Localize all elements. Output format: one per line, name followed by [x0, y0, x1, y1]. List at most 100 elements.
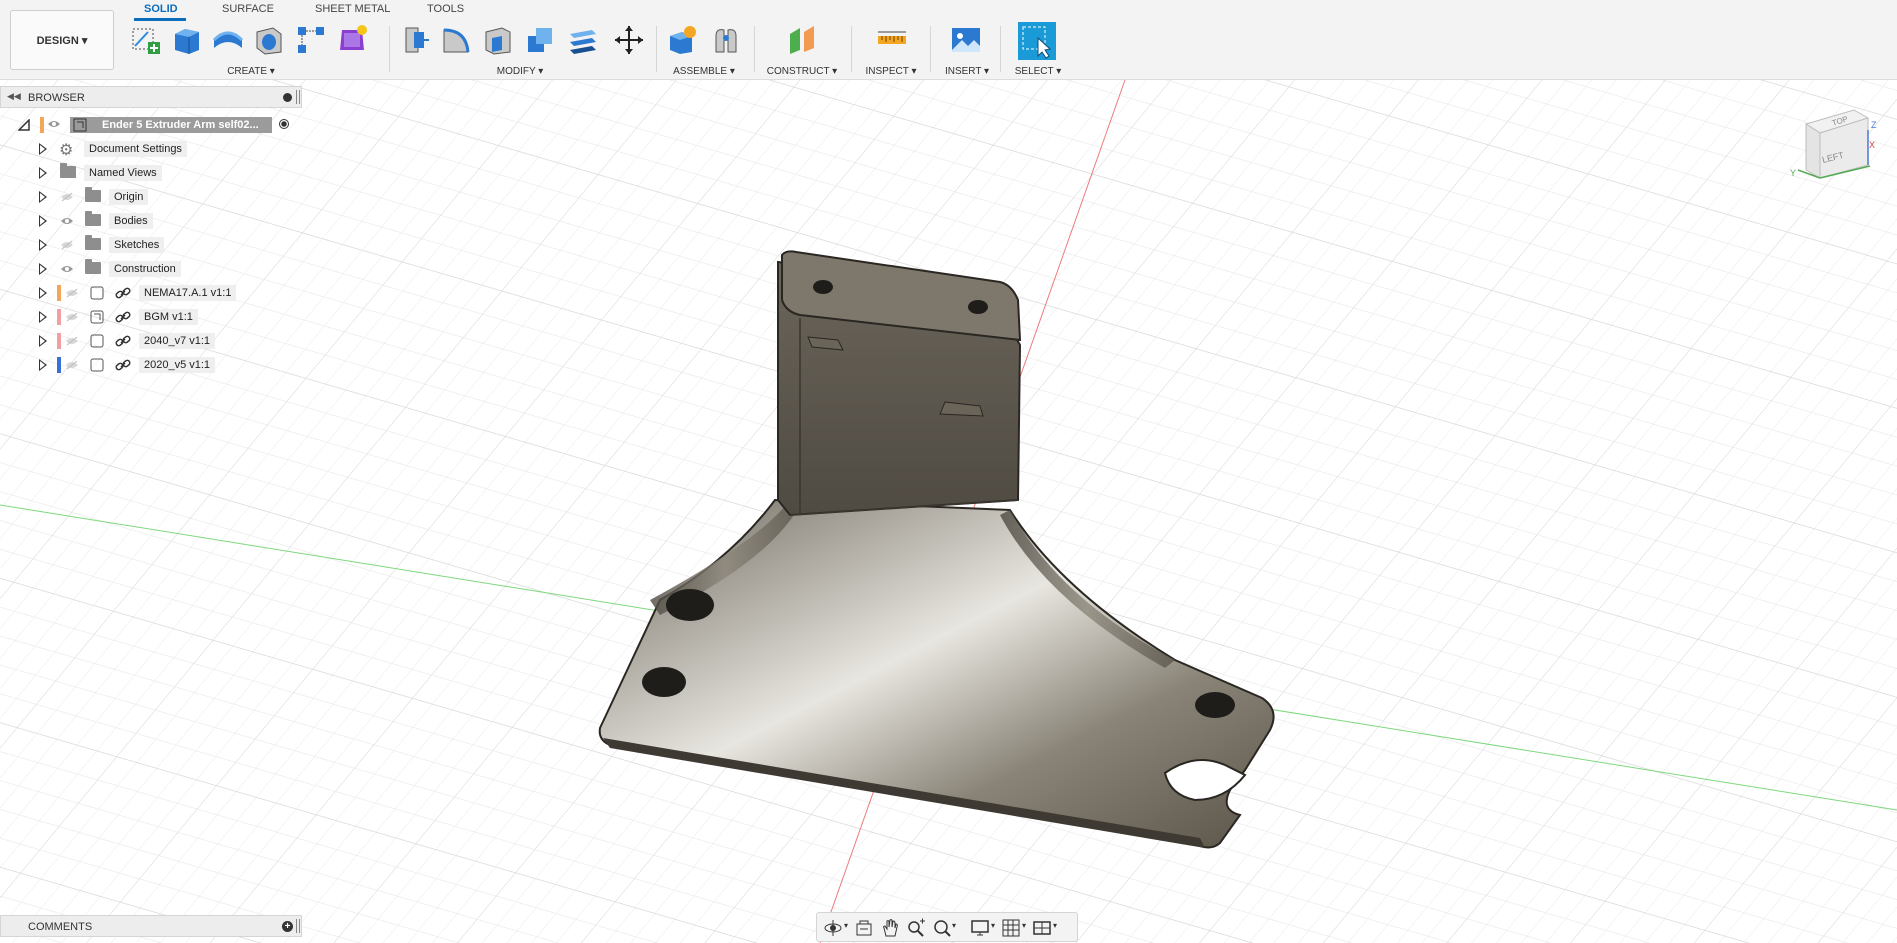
- browser-item-label: Sketches: [109, 237, 165, 253]
- toolbar: DESIGN ▾ SOLID SURFACE SHEET METAL TOOLS…: [0, 0, 1897, 80]
- panel-resize-handle[interactable]: [296, 90, 300, 104]
- viewports-dropdown-icon[interactable]: ▾: [1053, 921, 1057, 930]
- browser-item-label: Origin: [109, 189, 149, 205]
- revolve-icon[interactable]: [212, 24, 244, 56]
- browser-item-document-settings[interactable]: ⚙ Document Settings: [0, 138, 302, 160]
- browser-item-nema17[interactable]: NEMA17.A.1 v1:1: [0, 282, 302, 304]
- tab-sheet-metal[interactable]: SHEET METAL: [315, 3, 390, 15]
- fillet-icon[interactable]: [440, 24, 472, 56]
- expand-triangle-icon[interactable]: [39, 311, 47, 323]
- link-icon: [115, 287, 131, 299]
- hidden-eye-icon[interactable]: [65, 360, 79, 370]
- workspace-switcher-button[interactable]: DESIGN ▾: [10, 10, 114, 70]
- grid-snaps-dropdown-icon[interactable]: ▾: [1022, 921, 1026, 930]
- visibility-eye-icon[interactable]: [60, 264, 74, 274]
- select-icon[interactable]: [1018, 22, 1056, 60]
- folder-icon: [85, 259, 101, 274]
- component-color-stripe: [57, 357, 61, 373]
- construct-menu[interactable]: CONSTRUCT ▾: [767, 66, 837, 77]
- component-icon: [73, 118, 87, 132]
- workspace-label: DESIGN ▾: [36, 34, 88, 47]
- grid-snaps-icon[interactable]: [1001, 918, 1021, 938]
- display-settings-icon[interactable]: [970, 918, 990, 938]
- hidden-eye-icon[interactable]: [60, 240, 74, 250]
- hidden-eye-icon[interactable]: [65, 336, 79, 346]
- tab-solid[interactable]: SOLID: [144, 3, 178, 15]
- create-menu[interactable]: CREATE ▾: [227, 66, 275, 77]
- expand-triangle-icon[interactable]: [39, 263, 47, 275]
- display-settings-dropdown-icon[interactable]: ▾: [991, 921, 995, 930]
- extrude-icon[interactable]: [171, 24, 203, 56]
- shell-icon[interactable]: [482, 24, 514, 56]
- expand-root-icon[interactable]: [18, 119, 30, 131]
- browser-root-row[interactable]: Ender 5 Extruder Arm self02...: [0, 114, 302, 136]
- joint-icon[interactable]: [710, 24, 742, 56]
- expand-triangle-icon[interactable]: [39, 359, 47, 371]
- expand-triangle-icon[interactable]: [39, 191, 47, 203]
- expand-triangle-icon[interactable]: [39, 167, 47, 179]
- look-at-icon[interactable]: [854, 918, 874, 938]
- inspect-menu[interactable]: INSPECT ▾: [866, 66, 917, 77]
- create-sketch-icon[interactable]: [130, 24, 162, 56]
- expand-triangle-icon[interactable]: [39, 287, 47, 299]
- insert-menu[interactable]: INSERT ▾: [945, 66, 989, 77]
- browser-panel-header[interactable]: ◀◀ BROWSER: [0, 86, 302, 108]
- panel-minimize-icon[interactable]: [283, 93, 292, 102]
- visibility-eye-icon[interactable]: [60, 216, 74, 226]
- browser-item-origin[interactable]: Origin: [0, 186, 302, 208]
- collapse-panel-icon[interactable]: ◀◀: [7, 91, 21, 102]
- assemble-menu[interactable]: ASSEMBLE ▾: [673, 66, 735, 77]
- expand-triangle-icon[interactable]: [39, 143, 47, 155]
- browser-item-sketches[interactable]: Sketches: [0, 234, 302, 256]
- pan-hand-icon[interactable]: [880, 918, 900, 938]
- modify-menu[interactable]: MODIFY ▾: [497, 66, 544, 77]
- browser-item-construction[interactable]: Construction: [0, 258, 302, 280]
- offset-face-icon[interactable]: [566, 24, 598, 56]
- panel-resize-handle[interactable]: [296, 919, 300, 933]
- insert-image-icon[interactable]: [950, 24, 982, 56]
- browser-item-bodies[interactable]: Bodies: [0, 210, 302, 232]
- move-copy-icon[interactable]: [613, 24, 645, 56]
- press-pull-icon[interactable]: [398, 24, 430, 56]
- fit-zoom-window-icon[interactable]: [932, 918, 952, 938]
- tab-tools[interactable]: TOOLS: [427, 3, 464, 15]
- orbit-icon[interactable]: [823, 918, 843, 938]
- expand-triangle-icon[interactable]: [39, 335, 47, 347]
- browser-item-named-views[interactable]: Named Views: [0, 162, 302, 184]
- rectangular-pattern-icon[interactable]: [295, 24, 327, 56]
- hidden-eye-icon[interactable]: [60, 192, 74, 202]
- measure-icon[interactable]: [876, 24, 908, 56]
- browser-item-label: BGM v1:1: [139, 309, 198, 325]
- orbit-dropdown-icon[interactable]: ▾: [844, 921, 848, 930]
- combine-icon[interactable]: [524, 24, 556, 56]
- toolbar-separator: [851, 26, 852, 72]
- offset-plane-icon[interactable]: [786, 24, 818, 56]
- browser-item-2020[interactable]: 2020_v5 v1:1: [0, 354, 302, 376]
- hidden-eye-icon[interactable]: [65, 288, 79, 298]
- comments-panel-header[interactable]: COMMENTS +: [0, 915, 302, 937]
- zoom-dropdown-icon[interactable]: ▾: [952, 921, 956, 930]
- browser-title: BROWSER: [28, 92, 85, 104]
- toolbar-separator: [1000, 26, 1001, 72]
- hole-icon[interactable]: [253, 24, 285, 56]
- select-menu[interactable]: SELECT ▾: [1015, 66, 1062, 77]
- expand-triangle-icon[interactable]: [39, 215, 47, 227]
- browser-item-2040[interactable]: 2040_v7 v1:1: [0, 330, 302, 352]
- create-form-icon[interactable]: [336, 24, 368, 56]
- expand-triangle-icon[interactable]: [39, 239, 47, 251]
- root-component-label-box[interactable]: Ender 5 Extruder Arm self02...: [70, 117, 272, 133]
- folder-icon: [85, 235, 101, 250]
- activate-radio-icon[interactable]: [279, 119, 289, 129]
- visibility-eye-icon[interactable]: [47, 119, 61, 129]
- folder-icon: [60, 163, 76, 178]
- hidden-eye-icon[interactable]: [65, 312, 79, 322]
- browser-item-label: Document Settings: [84, 141, 187, 157]
- browser-item-bgm[interactable]: BGM v1:1: [0, 306, 302, 328]
- add-comment-icon[interactable]: +: [282, 921, 293, 932]
- browser-item-label: Construction: [109, 261, 181, 277]
- browser-item-label: Named Views: [84, 165, 162, 181]
- tab-surface[interactable]: SURFACE: [222, 3, 274, 15]
- new-component-icon[interactable]: [666, 24, 698, 56]
- viewports-icon[interactable]: [1032, 918, 1052, 938]
- zoom-icon[interactable]: [906, 918, 926, 938]
